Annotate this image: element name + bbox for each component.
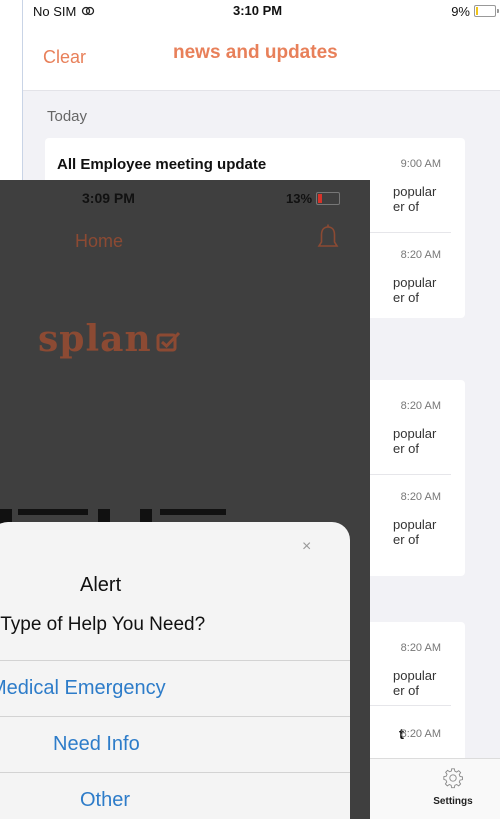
battery-icon — [316, 192, 340, 205]
battery-percent: 13% — [286, 191, 313, 206]
news-item-body: popular er of — [393, 517, 437, 547]
page-title: Home — [75, 231, 124, 251]
news-item-time: 8:20 AM — [400, 728, 441, 740]
bell-icon[interactable] — [317, 224, 339, 252]
news-item-time: 9:00 AM — [400, 158, 441, 170]
news-item-time: 8:20 AM — [400, 400, 441, 412]
news-item-title: All Employee meeting update — [57, 156, 267, 173]
news-item-time: 8:20 AM — [400, 249, 441, 261]
news-item-time: 8:20 AM — [400, 642, 441, 654]
news-item-body: popular er of — [393, 426, 437, 456]
splan-logo: splan — [38, 318, 182, 360]
tab-settings[interactable]: Settings — [428, 767, 478, 807]
carrier-label: No SIM — [33, 4, 77, 19]
battery-icon — [474, 5, 499, 17]
alert-title: Alert — [80, 574, 122, 596]
clear-button[interactable]: Clear — [43, 47, 86, 68]
news-header: Clear news and updates — [23, 22, 500, 91]
news-item-body: popular er of — [393, 275, 437, 305]
medical-emergency-button[interactable]: Medical Emergency — [0, 660, 350, 716]
sim-icon — [81, 6, 95, 16]
news-item-body: popular er of — [393, 668, 437, 698]
news-item-time: 8:20 AM — [400, 491, 441, 503]
gear-icon — [443, 768, 463, 789]
status-time: 3:09 PM — [82, 190, 135, 206]
status-bar: No SIM 3:10 PM 9% — [23, 0, 500, 22]
status-bar: 3:09 PM 13% — [0, 180, 370, 210]
tab-settings-label: Settings — [433, 796, 473, 807]
news-item-body: popular er of — [393, 184, 437, 214]
home-screen: 3:09 PM 13% Home splan × Alert t Type of… — [0, 180, 370, 819]
section-label-today: Today — [47, 108, 88, 125]
battery-percent: 9% — [451, 4, 470, 19]
close-icon[interactable]: × — [302, 538, 311, 556]
need-info-button[interactable]: Need Info — [0, 716, 350, 772]
alert-sheet: × Alert t Type of Help You Need? Medical… — [0, 522, 350, 819]
logo-text: splan — [38, 318, 152, 360]
alert-message: t Type of Help You Need? — [0, 614, 206, 635]
page-title: news and updates — [173, 42, 338, 63]
other-button[interactable]: Other — [0, 772, 350, 819]
status-time: 3:10 PM — [233, 3, 283, 18]
checkbox-icon — [156, 331, 180, 352]
